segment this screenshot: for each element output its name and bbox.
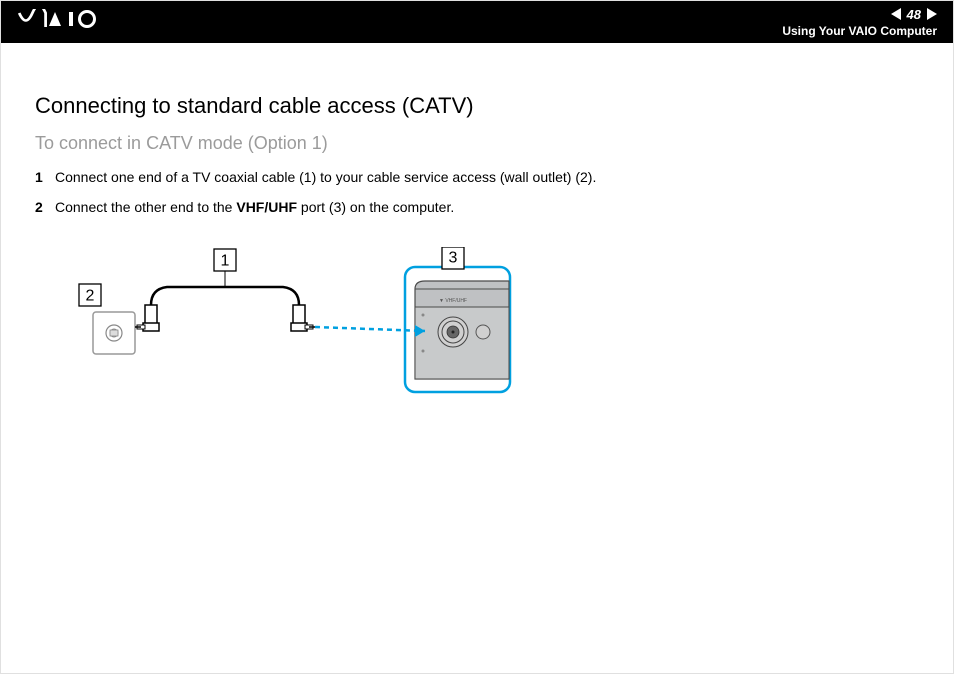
port-label-text: ▼ VHF/UHF — [439, 298, 467, 304]
page-title: Connecting to standard cable access (CAT… — [35, 93, 919, 119]
coax-cable-illustration — [135, 287, 315, 331]
step-text: Connect the other end to the VHF/UHF por… — [55, 198, 454, 218]
svg-text:3: 3 — [449, 250, 458, 267]
wall-outlet-illustration — [93, 312, 135, 354]
step-text: Connect one end of a TV coaxial cable (1… — [55, 168, 596, 188]
svg-text:2: 2 — [86, 288, 95, 305]
section-breadcrumb: Using Your VAIO Computer — [782, 24, 937, 38]
vaio-logo — [17, 8, 107, 36]
page-navigation: 48 — [891, 7, 937, 22]
page-subtitle: To connect in CATV mode (Option 1) — [35, 133, 919, 154]
callout-3: 3 — [442, 247, 464, 269]
step-row: 2 Connect the other end to the VHF/UHF p… — [35, 198, 919, 218]
svg-text:1: 1 — [221, 253, 230, 270]
next-page-arrow-icon[interactable] — [927, 8, 937, 20]
page-content: Connecting to standard cable access (CAT… — [1, 43, 953, 422]
connection-arrow-line — [315, 325, 425, 337]
step-row: 1 Connect one end of a TV coaxial cable … — [35, 168, 919, 188]
page-header: 48 Using Your VAIO Computer — [1, 1, 953, 43]
callout-1: 1 — [214, 249, 236, 287]
step-number: 2 — [35, 198, 55, 218]
callout-2: 2 — [79, 284, 101, 306]
header-right: 48 Using Your VAIO Computer — [782, 7, 937, 38]
vaio-logo-svg — [17, 9, 107, 29]
diagram-svg: 2 1 — [65, 247, 525, 397]
computer-chassis-illustration: ▼ VHF/UHF — [415, 281, 509, 379]
prev-page-arrow-icon[interactable] — [891, 8, 901, 20]
page-number: 48 — [907, 7, 921, 22]
step-number: 1 — [35, 168, 55, 188]
connection-diagram: 2 1 — [65, 247, 919, 402]
